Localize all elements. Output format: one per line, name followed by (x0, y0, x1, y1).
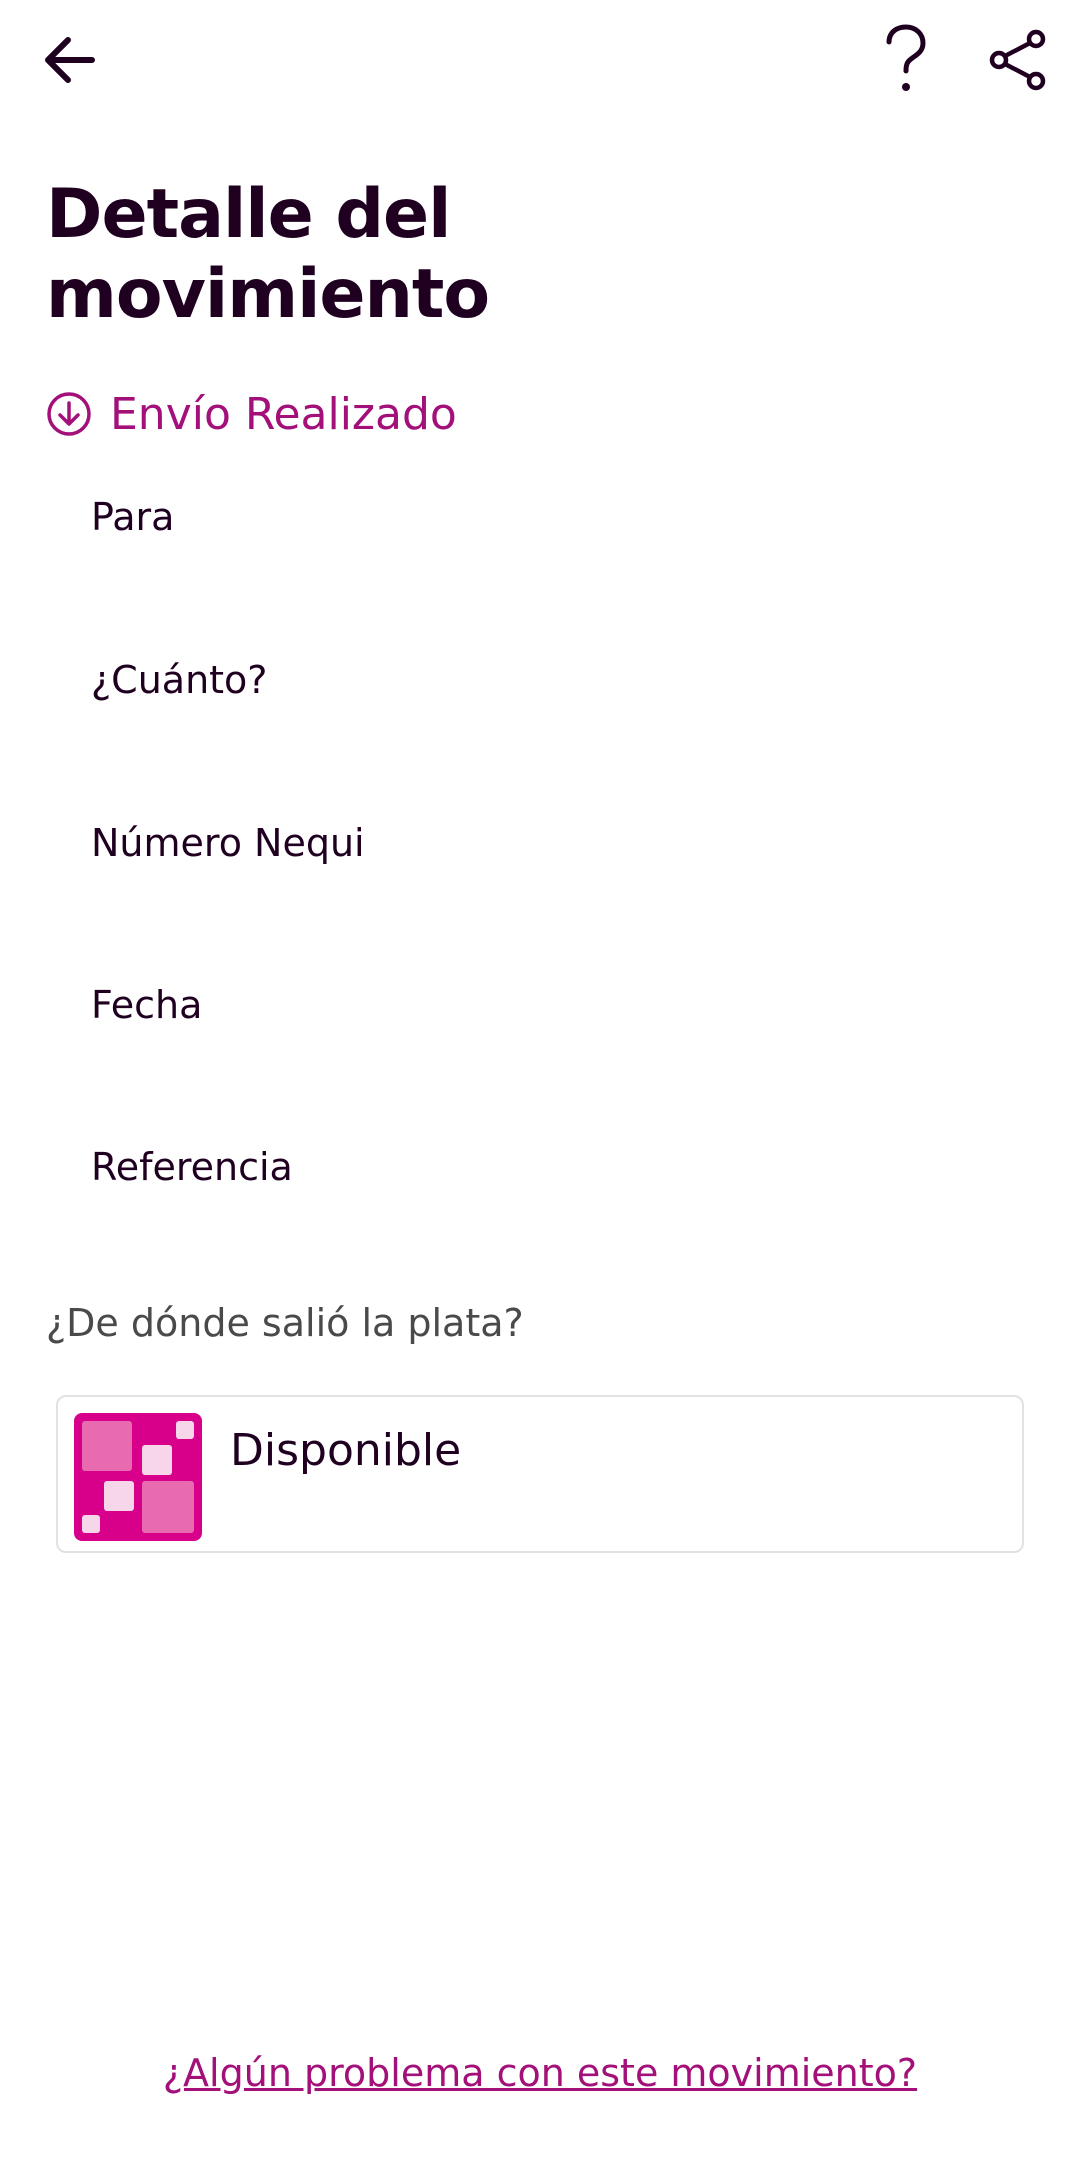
question-mark-icon (886, 24, 926, 91)
share-button[interactable] (978, 20, 1058, 100)
transaction-status: Envío Realizado (46, 384, 457, 444)
detail-label-reference: Referencia (91, 1145, 293, 1189)
disponible-logo-icon (74, 1413, 202, 1541)
share-icon (989, 29, 1046, 91)
status-label: Envío Realizado (110, 388, 457, 440)
page-title: Detalle del movimiento (46, 175, 490, 334)
report-problem-link[interactable]: ¿Algún problema con este movimiento? (0, 2048, 1080, 2098)
arrow-left-icon (45, 37, 95, 83)
detail-label-amount: ¿Cuánto? (91, 658, 268, 702)
account-name: Disponible (230, 1425, 462, 1476)
back-button[interactable] (30, 20, 110, 100)
arrow-down-circle-icon (47, 392, 91, 436)
source-account-card[interactable]: Disponible (56, 1395, 1024, 1553)
help-button[interactable] (866, 20, 946, 100)
detail-label-para: Para (91, 495, 175, 539)
detail-label-date: Fecha (91, 983, 203, 1027)
top-bar (0, 0, 1080, 120)
detail-label-nequi-number: Número Nequi (91, 821, 365, 865)
source-question: ¿De dónde salió la plata? (46, 1301, 524, 1345)
